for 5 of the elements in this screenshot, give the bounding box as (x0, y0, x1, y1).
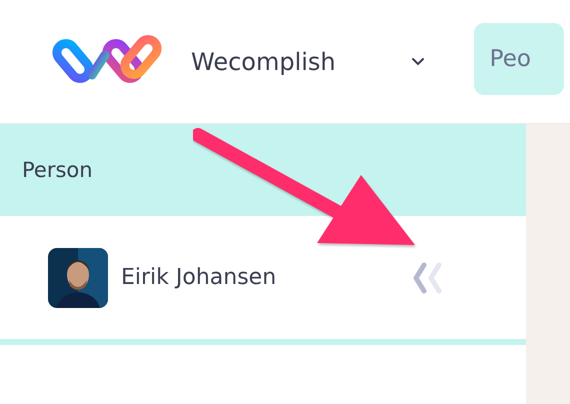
chevron-down-icon[interactable] (410, 57, 425, 66)
people-tab[interactable]: Peo (474, 22, 564, 94)
column-title: Person (22, 158, 93, 182)
person-name[interactable]: Eirik Johansen (121, 265, 411, 290)
workspace-name: Wecomplish (191, 48, 336, 76)
